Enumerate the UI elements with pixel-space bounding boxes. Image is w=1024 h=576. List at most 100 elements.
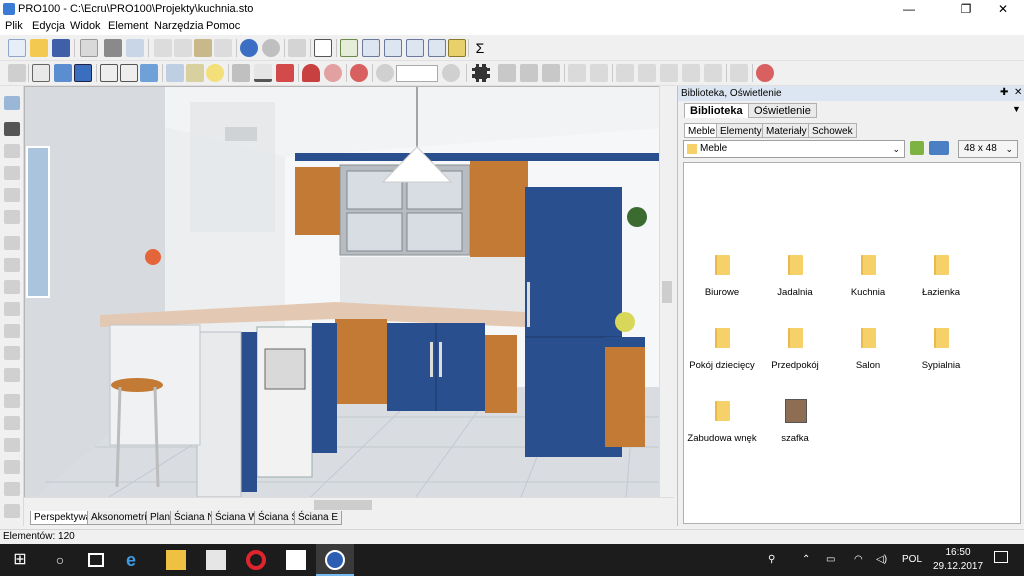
edge-list-icon[interactable] [406, 39, 424, 57]
clock-time[interactable]: 16:50 [938, 547, 978, 558]
store-icon[interactable] [206, 550, 226, 570]
price-icon[interactable] [448, 39, 466, 57]
move-up-icon[interactable] [498, 64, 516, 82]
grid-icon[interactable] [276, 64, 294, 82]
subtab-meble[interactable]: Meble [684, 123, 720, 138]
panel-menu-chevron-icon[interactable]: ▼ [1012, 104, 1021, 114]
tool-icon[interactable] [4, 324, 20, 338]
zoom-icon[interactable] [376, 64, 394, 82]
copy-icon[interactable] [174, 39, 192, 57]
folder-up-icon[interactable] [910, 141, 924, 155]
tool-icon[interactable] [4, 438, 20, 452]
library-item-biurowe[interactable]: Biurowe [686, 249, 758, 315]
tab-perspektywa[interactable]: Perspektywa [30, 511, 96, 525]
scale-tool-icon[interactable] [4, 166, 20, 180]
arrow-up-icon[interactable] [616, 64, 634, 82]
tool-icon[interactable] [4, 504, 20, 518]
dimension-icon[interactable] [254, 64, 272, 82]
help-target-icon[interactable] [756, 64, 774, 82]
menu-plik[interactable]: Plik [5, 20, 23, 32]
paste-icon[interactable] [194, 39, 212, 57]
textured-icon[interactable] [74, 64, 92, 82]
flip-icon[interactable] [682, 64, 700, 82]
target-icon[interactable] [324, 64, 342, 82]
tool-icon[interactable] [4, 302, 20, 316]
bulb-icon[interactable] [206, 64, 224, 82]
properties-icon[interactable] [80, 39, 98, 57]
tab-biblioteka[interactable]: Biblioteka [684, 103, 749, 118]
fittings-icon[interactable] [428, 39, 446, 57]
viewport-horizontal-scrollbar[interactable] [24, 497, 674, 511]
snap-wall-icon[interactable] [730, 64, 748, 82]
library-item-przedpokoj[interactable]: Przedpokój [759, 322, 831, 388]
group-icon[interactable] [288, 39, 306, 57]
rotate-tool-icon[interactable] [4, 144, 20, 158]
viewport-vertical-scrollbar[interactable] [659, 86, 674, 497]
library-item-pokoj-dzieciecy[interactable]: Pokój dziecięcy [686, 322, 758, 388]
box-icon[interactable] [100, 64, 118, 82]
mail-icon[interactable] [286, 550, 306, 570]
edge-browser-icon[interactable]: e [126, 550, 146, 570]
redo-icon[interactable] [262, 39, 280, 57]
zoom-combobox[interactable] [396, 65, 438, 82]
clock-date[interactable]: 29.12.2017 [930, 561, 986, 572]
tool-icon[interactable] [4, 346, 20, 360]
move-icon[interactable] [520, 64, 538, 82]
snap-icon[interactable] [8, 64, 26, 82]
checklist-icon[interactable] [314, 39, 332, 57]
cut-icon[interactable] [154, 39, 172, 57]
tool-icon[interactable] [4, 258, 20, 272]
library-item-salon[interactable]: Salon [832, 322, 904, 388]
rotate-icon[interactable] [660, 64, 678, 82]
magnet-icon[interactable] [302, 64, 320, 82]
menu-pomoc[interactable]: Pomoc [206, 20, 240, 32]
pencil-icon[interactable] [232, 64, 250, 82]
select-arrow-icon[interactable] [4, 96, 20, 110]
notification-icon[interactable] [994, 551, 1008, 563]
tool-icon[interactable] [4, 416, 20, 430]
library-item-kuchnia[interactable]: Kuchnia [832, 249, 904, 315]
windows-start-icon[interactable]: ⊞ [10, 550, 30, 570]
file-explorer-icon[interactable] [166, 550, 186, 570]
people-icon[interactable]: ⚲ [768, 554, 775, 565]
box-solid-icon[interactable] [140, 64, 158, 82]
chevron-up-icon[interactable]: ⌃ [802, 554, 810, 565]
undo-icon[interactable] [240, 39, 258, 57]
print-preview-icon[interactable] [126, 39, 144, 57]
library-item-jadalnia[interactable]: Jadalnia [759, 249, 831, 315]
wireframe-icon[interactable] [32, 64, 50, 82]
open-folder-icon[interactable] [30, 39, 48, 57]
zoom-out-icon[interactable] [442, 64, 460, 82]
menu-element[interactable]: Element [108, 20, 148, 32]
cut-list-icon[interactable] [384, 39, 402, 57]
scroll-thumb[interactable] [314, 500, 372, 510]
lights-icon[interactable] [186, 64, 204, 82]
box-open-icon[interactable] [120, 64, 138, 82]
tool-icon[interactable] [4, 394, 20, 408]
task-view-icon[interactable] [88, 553, 104, 567]
arrow-down-icon[interactable] [638, 64, 656, 82]
view-mode-icon[interactable] [929, 141, 949, 155]
align-icon[interactable] [568, 64, 586, 82]
subtab-materialy[interactable]: Materiały [762, 123, 811, 138]
library-item-zabudowa-wnek[interactable]: Zabudowa wnęk [686, 395, 758, 461]
zoom-tool-icon[interactable] [4, 210, 20, 224]
menu-widok[interactable]: Widok [70, 20, 101, 32]
tool-icon[interactable] [4, 280, 20, 294]
subtab-elementy[interactable]: Elementy [716, 123, 766, 138]
library-item-lazienka[interactable]: Łazienka [905, 249, 977, 315]
menu-narzedzia[interactable]: Narzędzia [154, 20, 204, 32]
tool-icon[interactable] [4, 482, 20, 496]
new-file-icon[interactable] [8, 39, 26, 57]
pin-icon[interactable]: ✚ [1000, 87, 1008, 98]
move-tool-icon[interactable] [4, 122, 20, 136]
close-button[interactable]: ✕ [980, 0, 1024, 19]
texture-text-icon[interactable] [166, 64, 184, 82]
draw-tool-icon[interactable] [4, 188, 20, 202]
tool-icon[interactable] [4, 236, 20, 250]
report-icon[interactable] [340, 39, 358, 57]
library-item-szafka[interactable]: szafka [759, 395, 831, 461]
edit-icon[interactable] [542, 64, 560, 82]
tool-icon[interactable] [4, 368, 20, 382]
icon-size-select[interactable]: 48 x 48 ⌄ [958, 140, 1018, 158]
